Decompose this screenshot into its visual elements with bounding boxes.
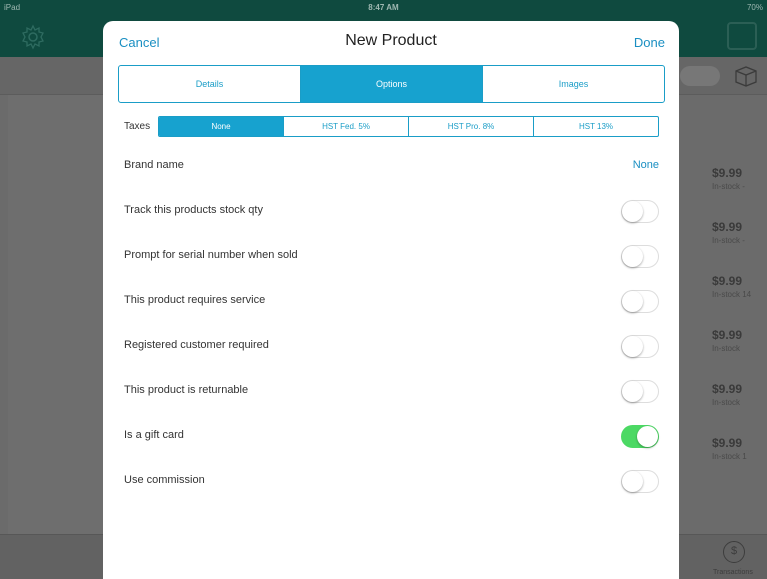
new-product-modal: Cancel New Product Done Details Options …: [103, 21, 679, 579]
status-time: 8:47 AM: [368, 3, 399, 12]
tax-option-none[interactable]: None: [159, 117, 284, 136]
toggle-row: Use commission: [103, 469, 679, 493]
brand-name-label: Brand name: [124, 159, 184, 171]
tax-option-hst-pro[interactable]: HST Pro. 8%: [409, 117, 534, 136]
modal-title: New Product: [345, 32, 437, 49]
background-product-price: $9.99 In-stock -: [712, 166, 745, 191]
toggle-knob: [622, 336, 643, 357]
registered-customer-label: Registered customer required: [124, 339, 269, 351]
serial-number-toggle[interactable]: [621, 245, 659, 268]
status-bar: iPad 8:47 AM 70%: [0, 0, 767, 16]
track-stock-toggle[interactable]: [621, 200, 659, 223]
background-product-price: $9.99 In-stock -: [712, 220, 745, 245]
toggle-row: Registered customer required: [103, 334, 679, 358]
toggle-row: Track this products stock qty: [103, 199, 679, 223]
toggle-row: This product requires service: [103, 289, 679, 313]
brand-name-value[interactable]: None: [633, 159, 659, 171]
commission-toggle[interactable]: [621, 470, 659, 493]
toggle-knob: [622, 291, 643, 312]
background-left-panel: [8, 95, 108, 535]
toggle-row: Prompt for serial number when sold: [103, 244, 679, 268]
returnable-toggle[interactable]: [621, 380, 659, 403]
tab-images[interactable]: Images: [483, 66, 664, 102]
done-button[interactable]: Done: [634, 35, 665, 50]
gear-icon[interactable]: [20, 24, 46, 50]
dollar-icon[interactable]: $: [723, 541, 745, 563]
requires-service-label: This product requires service: [124, 294, 266, 306]
registered-customer-toggle[interactable]: [621, 335, 659, 358]
toggle-knob: [622, 246, 643, 267]
brand-name-row[interactable]: Brand name None: [103, 154, 679, 178]
cart-icon[interactable]: [727, 22, 757, 50]
serial-number-label: Prompt for serial number when sold: [124, 249, 298, 261]
toggle-knob: [622, 471, 643, 492]
tab-details[interactable]: Details: [119, 66, 301, 102]
modal-header: Cancel New Product Done: [103, 21, 679, 63]
requires-service-toggle[interactable]: [621, 290, 659, 313]
taxes-label: Taxes: [124, 121, 151, 132]
background-product-price: $9.99 In-stock 14: [712, 274, 752, 299]
toggle-row: Is a gift card: [103, 424, 679, 448]
tax-option-hst-13[interactable]: HST 13%: [534, 117, 658, 136]
toggle-knob: [637, 426, 658, 447]
gift-card-toggle[interactable]: [621, 425, 659, 448]
background-search-field[interactable]: [680, 66, 720, 86]
box-icon[interactable]: [733, 65, 759, 87]
toggle-knob: [622, 381, 643, 402]
background-product-price: $9.99 In-stock: [712, 328, 743, 353]
track-stock-label: Track this products stock qty: [124, 204, 263, 216]
background-product-price: $9.99 In-stock: [712, 382, 743, 407]
toggle-knob: [622, 201, 643, 222]
gift-card-label: Is a gift card: [124, 429, 184, 441]
tax-option-hst-fed[interactable]: HST Fed. 5%: [284, 117, 409, 136]
taxes-segmented-control: None HST Fed. 5% HST Pro. 8% HST 13%: [158, 116, 659, 137]
transactions-tab-label[interactable]: Transactions: [713, 569, 753, 576]
returnable-label: This product is returnable: [124, 384, 249, 396]
toggle-row: This product is returnable: [103, 379, 679, 403]
section-segmented-control: Details Options Images: [118, 65, 665, 103]
background-product-price: $9.99 In-stock 1: [712, 436, 747, 461]
commission-label: Use commission: [124, 474, 205, 486]
taxes-row: Taxes None HST Fed. 5% HST Pro. 8% HST 1…: [118, 116, 659, 137]
status-battery: 70%: [746, 3, 763, 12]
tab-options[interactable]: Options: [301, 66, 483, 102]
